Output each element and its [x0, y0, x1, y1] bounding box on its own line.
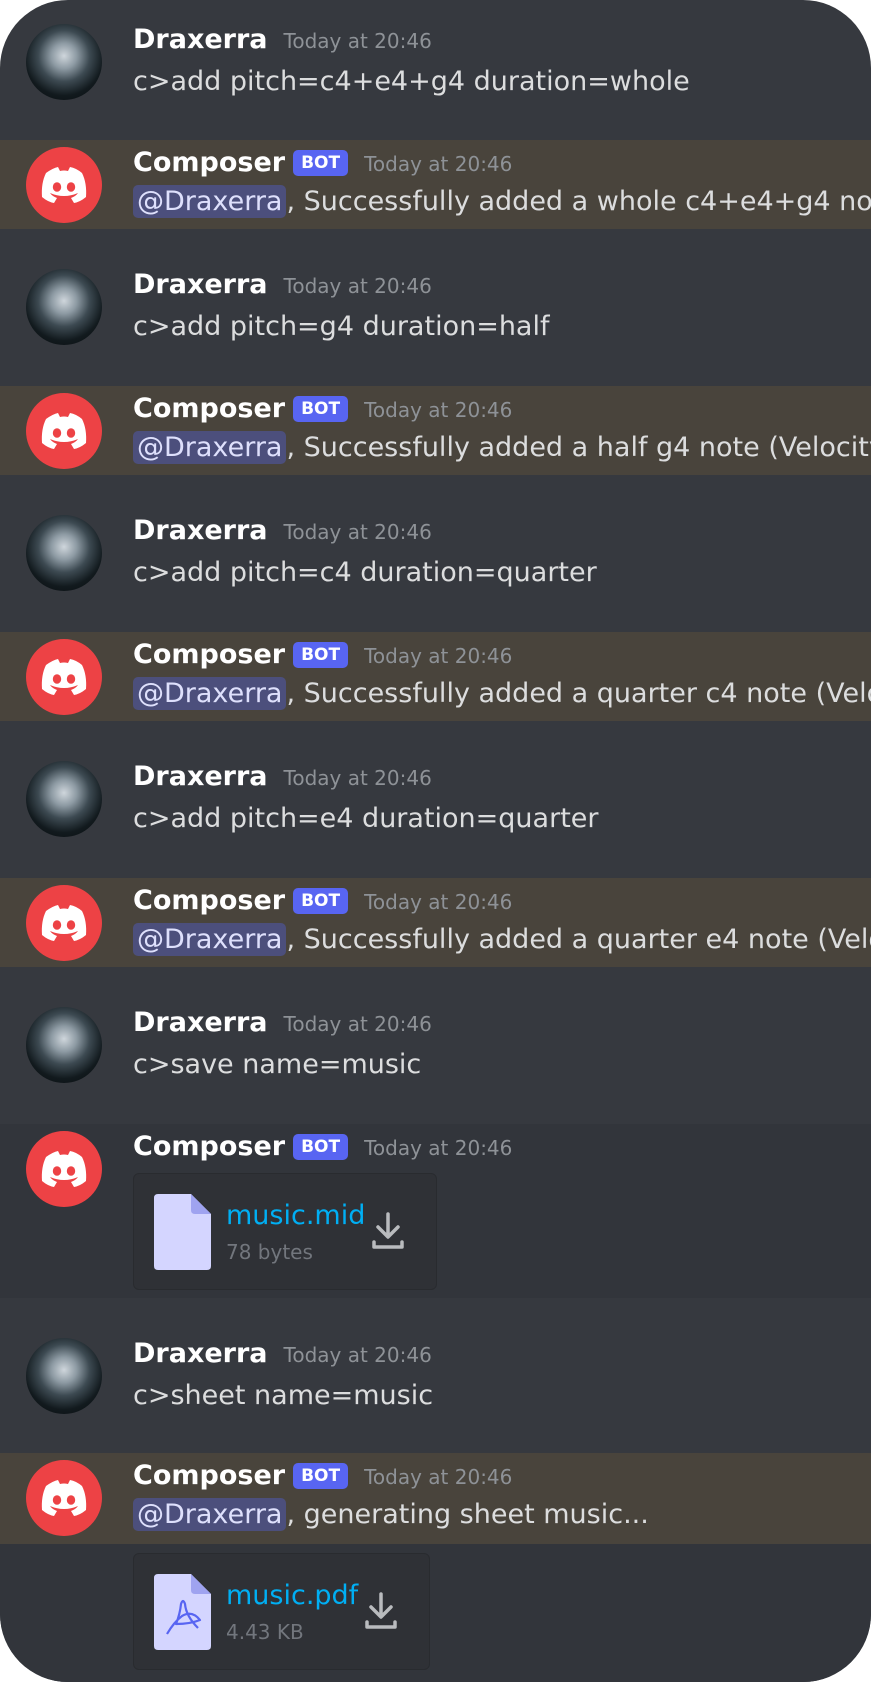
- bot-badge: BOT: [293, 1134, 349, 1160]
- timestamp: Today at 20:46: [283, 1012, 432, 1036]
- bot-message: Composer BOT Today at 20:46 @Draxerra, S…: [0, 632, 871, 721]
- author-name[interactable]: Draxerra: [133, 269, 268, 300]
- message-body: , Successfully added a whole c4+e4+g4 no…: [286, 186, 871, 217]
- author-name[interactable]: Draxerra: [133, 1338, 268, 1369]
- author-name[interactable]: Draxerra: [133, 1007, 268, 1038]
- file-icon: [154, 1194, 211, 1274]
- bot-message: Composer BOT Today at 20:46 @Draxerra, S…: [0, 140, 871, 229]
- timestamp: Today at 20:46: [364, 1465, 513, 1489]
- user-mention[interactable]: @Draxerra: [133, 185, 287, 218]
- timestamp: Today at 20:46: [283, 520, 432, 544]
- author-name[interactable]: Composer: [133, 1131, 285, 1162]
- message-text: c>add pitch=e4 duration=quarter: [133, 803, 599, 834]
- draxerra-avatar[interactable]: [26, 24, 102, 100]
- author-name[interactable]: Draxerra: [133, 24, 268, 55]
- timestamp: Today at 20:46: [283, 274, 432, 298]
- user-message: Draxerra Today at 20:46 c>sheet name=mus…: [0, 1298, 871, 1453]
- user-message: Draxerra Today at 20:46 c>add pitch=e4 d…: [0, 721, 871, 878]
- message-text: @Draxerra, Successfully added a half g4 …: [133, 431, 871, 464]
- author-name[interactable]: Composer: [133, 639, 285, 670]
- author-name[interactable]: Composer: [133, 1460, 285, 1491]
- bot-badge: BOT: [293, 1463, 349, 1489]
- message-text: @Draxerra, Successfully added a quarter …: [133, 677, 871, 710]
- message-body: , Successfully added a half g4 note (Vel…: [286, 432, 871, 463]
- bot-badge: BOT: [293, 396, 349, 422]
- draxerra-avatar[interactable]: [26, 269, 102, 345]
- timestamp: Today at 20:46: [364, 644, 513, 668]
- message-text: c>add pitch=g4 duration=half: [133, 311, 550, 342]
- user-mention[interactable]: @Draxerra: [133, 1498, 287, 1531]
- bot-message-attachment: music.pdf 4.43 KB: [0, 1544, 871, 1682]
- discord-logo-icon[interactable]: [26, 1131, 102, 1207]
- file-size: 78 bytes: [226, 1240, 313, 1264]
- draxerra-avatar[interactable]: [26, 1338, 102, 1414]
- timestamp: Today at 20:46: [283, 766, 432, 790]
- message-body: , Successfully added a quarter c4 note (…: [286, 678, 871, 709]
- user-mention[interactable]: @Draxerra: [133, 677, 287, 710]
- timestamp: Today at 20:46: [364, 890, 513, 914]
- message-body: , generating sheet music...: [286, 1499, 649, 1530]
- message-text: c>add pitch=c4+e4+g4 duration=whole: [133, 66, 690, 97]
- author-name[interactable]: Draxerra: [133, 515, 268, 546]
- draxerra-avatar[interactable]: [26, 515, 102, 591]
- download-icon[interactable]: [371, 1212, 405, 1254]
- bot-message: Composer BOT Today at 20:46 music.mid 78…: [0, 1124, 871, 1298]
- bot-badge: BOT: [293, 642, 349, 668]
- download-icon[interactable]: [364, 1592, 398, 1634]
- bot-message: Composer BOT Today at 20:46 @Draxerra, S…: [0, 878, 871, 967]
- user-message: Draxerra Today at 20:46 c>add pitch=g4 d…: [0, 229, 871, 386]
- pdf-file-icon: [154, 1574, 211, 1654]
- timestamp: Today at 20:46: [364, 152, 513, 176]
- draxerra-avatar[interactable]: [26, 1007, 102, 1083]
- author-name[interactable]: Composer: [133, 147, 285, 178]
- user-message: Draxerra Today at 20:46 c>save name=musi…: [0, 967, 871, 1124]
- discord-logo-icon[interactable]: [26, 393, 102, 469]
- message-body: , Successfully added a quarter e4 note (…: [286, 924, 871, 955]
- message-text: c>add pitch=c4 duration=quarter: [133, 557, 597, 588]
- timestamp: Today at 20:46: [283, 1343, 432, 1367]
- message-text: @Draxerra, Successfully added a quarter …: [133, 923, 871, 956]
- bot-message: Composer BOT Today at 20:46 @Draxerra, S…: [0, 386, 871, 475]
- discord-logo-icon[interactable]: [26, 885, 102, 961]
- bot-message: Composer BOT Today at 20:46 @Draxerra, g…: [0, 1453, 871, 1544]
- message-text: c>sheet name=music: [133, 1380, 434, 1411]
- file-attachment[interactable]: music.mid 78 bytes: [133, 1173, 437, 1290]
- message-text: c>save name=music: [133, 1049, 422, 1080]
- timestamp: Today at 20:46: [364, 398, 513, 422]
- timestamp: Today at 20:46: [283, 29, 432, 53]
- file-size: 4.43 KB: [226, 1620, 304, 1644]
- message-text: @Draxerra, Successfully added a whole c4…: [133, 185, 871, 218]
- discord-logo-icon[interactable]: [26, 1460, 102, 1536]
- discord-logo-icon[interactable]: [26, 639, 102, 715]
- timestamp: Today at 20:46: [364, 1136, 513, 1160]
- bot-badge: BOT: [293, 150, 349, 176]
- chat-window: Draxerra Today at 20:46 c>add pitch=c4+e…: [0, 0, 871, 1682]
- user-message: Draxerra Today at 20:46 c>add pitch=c4 d…: [0, 475, 871, 632]
- discord-logo-icon[interactable]: [26, 147, 102, 223]
- file-attachment[interactable]: music.pdf 4.43 KB: [133, 1553, 430, 1670]
- user-mention[interactable]: @Draxerra: [133, 431, 287, 464]
- author-name[interactable]: Composer: [133, 885, 285, 916]
- file-name-link[interactable]: music.pdf: [226, 1580, 358, 1611]
- user-mention[interactable]: @Draxerra: [133, 923, 287, 956]
- draxerra-avatar[interactable]: [26, 761, 102, 837]
- user-message: Draxerra Today at 20:46 c>add pitch=c4+e…: [0, 0, 871, 140]
- bot-badge: BOT: [293, 888, 349, 914]
- file-name-link[interactable]: music.mid: [226, 1200, 365, 1231]
- message-text: @Draxerra, generating sheet music...: [133, 1498, 649, 1531]
- author-name[interactable]: Composer: [133, 393, 285, 424]
- author-name[interactable]: Draxerra: [133, 761, 268, 792]
